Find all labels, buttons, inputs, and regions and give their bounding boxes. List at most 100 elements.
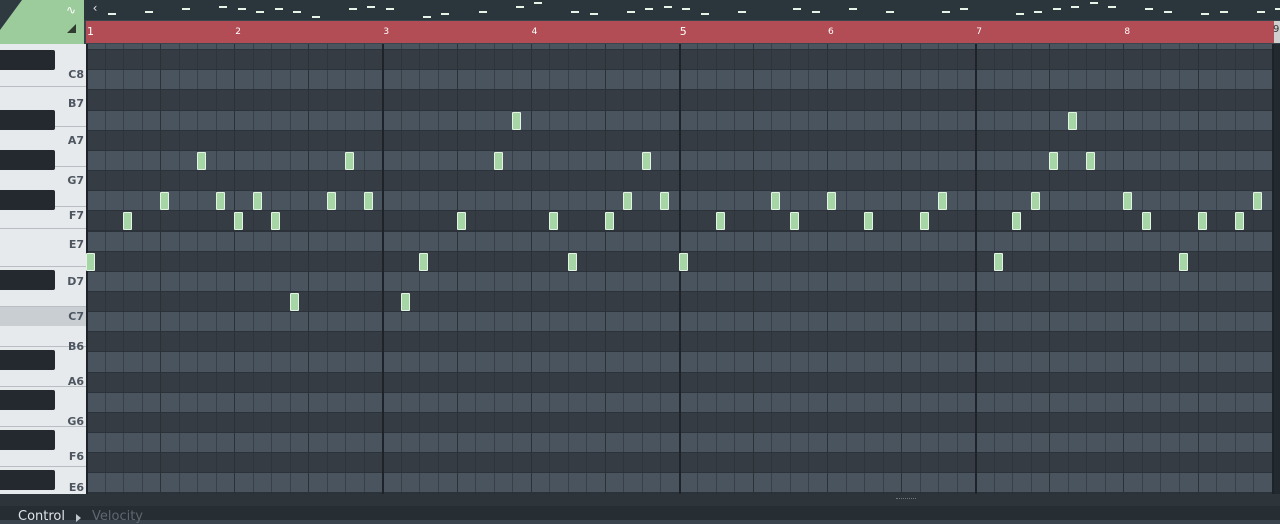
- key-label-e6: E6: [68, 481, 84, 494]
- bar-number: 4: [531, 27, 538, 37]
- grid-line: [1031, 44, 1032, 494]
- overview-note-dash: [1071, 6, 1080, 8]
- control-selector-arrow-icon[interactable]: [76, 514, 81, 522]
- note-c7[interactable]: [290, 293, 299, 311]
- note-g7[interactable]: [197, 152, 206, 170]
- black-key[interactable]: [0, 430, 55, 450]
- note-d7[interactable]: [994, 253, 1003, 271]
- note-e7[interactable]: [864, 212, 873, 230]
- grid-line: [697, 44, 698, 494]
- black-key[interactable]: [0, 190, 55, 210]
- note-e7[interactable]: [605, 212, 614, 230]
- overview-note-dash: [1275, 8, 1280, 10]
- note-a7[interactable]: [512, 112, 521, 130]
- grid-line: [457, 44, 458, 494]
- bar-number: 2: [235, 27, 241, 37]
- corner-triangle-icon[interactable]: [67, 24, 76, 33]
- grid-line: [197, 44, 198, 494]
- note-g7[interactable]: [1086, 152, 1095, 170]
- note-e7[interactable]: [716, 212, 725, 230]
- bar-number: 3: [383, 27, 390, 37]
- note-f7[interactable]: [327, 192, 336, 210]
- note-f7[interactable]: [253, 192, 262, 210]
- black-key[interactable]: [0, 470, 55, 490]
- note-g7[interactable]: [345, 152, 354, 170]
- black-key[interactable]: [0, 50, 55, 70]
- grid-line: [475, 44, 476, 494]
- timeline-ruler[interactable]: 1 2 3 4 5 6 7 8: [86, 21, 1274, 43]
- note-e7[interactable]: [123, 212, 132, 230]
- note-e7[interactable]: [1235, 212, 1244, 230]
- note-f7[interactable]: [160, 192, 169, 210]
- note-e7[interactable]: [920, 212, 929, 230]
- grid-line: [642, 44, 643, 494]
- black-key[interactable]: [0, 110, 55, 130]
- white-key-divider: [0, 228, 86, 229]
- stamp-curve-icon[interactable]: ∿: [66, 4, 76, 16]
- black-key[interactable]: [0, 390, 55, 410]
- grid-line: [401, 44, 402, 494]
- event-editor[interactable]: [0, 506, 1280, 520]
- note-e7[interactable]: [1012, 212, 1021, 230]
- note-c7[interactable]: [401, 293, 410, 311]
- note-e7[interactable]: [234, 212, 243, 230]
- event-editor-splitter[interactable]: [0, 494, 1280, 506]
- overview-note-dash: [1108, 6, 1117, 8]
- note-g7[interactable]: [642, 152, 651, 170]
- note-overview-strip[interactable]: [84, 0, 1280, 20]
- grid-line: [1012, 44, 1013, 494]
- note-g7[interactable]: [1049, 152, 1058, 170]
- note-d7[interactable]: [1179, 253, 1188, 271]
- splitter-grip-icon[interactable]: [896, 498, 916, 502]
- overview-note-dash: [1052, 8, 1061, 10]
- overview-note-dash: [682, 8, 691, 10]
- note-f7[interactable]: [1031, 192, 1040, 210]
- note-f7[interactable]: [1123, 192, 1132, 210]
- overview-note-dash: [1145, 8, 1154, 10]
- note-d7[interactable]: [419, 253, 428, 271]
- overview-note-dash: [219, 6, 228, 8]
- note-e7[interactable]: [1198, 212, 1207, 230]
- grid-line: [901, 44, 902, 494]
- note-f7[interactable]: [364, 192, 373, 210]
- note-e7[interactable]: [457, 212, 466, 230]
- overview-note-dash: [645, 8, 654, 10]
- note-e7[interactable]: [549, 212, 558, 230]
- overview-note-dash: [663, 6, 672, 8]
- note-d7[interactable]: [86, 253, 95, 271]
- grid-line: [216, 44, 217, 494]
- overview-note-dash: [274, 8, 283, 10]
- black-key[interactable]: [0, 350, 55, 370]
- note-f7[interactable]: [827, 192, 836, 210]
- grid-line: [1123, 44, 1124, 494]
- chevron-left-icon[interactable]: ‹: [86, 0, 104, 18]
- overview-note-dash: [1256, 11, 1265, 13]
- grid-line: [142, 44, 143, 494]
- note-e7[interactable]: [271, 212, 280, 230]
- control-selector-label[interactable]: Control: [18, 510, 65, 524]
- note-f7[interactable]: [660, 192, 669, 210]
- overview-note-dash: [1089, 2, 1098, 4]
- piano-roll-grid[interactable]: [86, 44, 1274, 494]
- overview-note-dash: [1200, 13, 1209, 15]
- overview-note-dash: [886, 11, 895, 13]
- overview-note-dash: [385, 8, 394, 10]
- black-key[interactable]: [0, 270, 55, 290]
- note-f7[interactable]: [938, 192, 947, 210]
- note-a7[interactable]: [1068, 112, 1077, 130]
- white-key-divider: [0, 306, 86, 307]
- note-f7[interactable]: [216, 192, 225, 210]
- note-d7[interactable]: [679, 253, 688, 271]
- grid-line: [660, 44, 661, 494]
- note-e7[interactable]: [790, 212, 799, 230]
- note-f7[interactable]: [1253, 192, 1262, 210]
- key-label-c7: C7: [68, 310, 84, 323]
- black-key[interactable]: [0, 150, 55, 170]
- note-f7[interactable]: [771, 192, 780, 210]
- grid-line: [883, 44, 884, 494]
- note-g7[interactable]: [494, 152, 503, 170]
- note-d7[interactable]: [568, 253, 577, 271]
- note-e7[interactable]: [1142, 212, 1151, 230]
- note-f7[interactable]: [623, 192, 632, 210]
- piano-keyboard[interactable]: C8 B7 A7 G7 F7 E7 D7 C7 B6 A6 G6 F6 E6: [0, 44, 86, 494]
